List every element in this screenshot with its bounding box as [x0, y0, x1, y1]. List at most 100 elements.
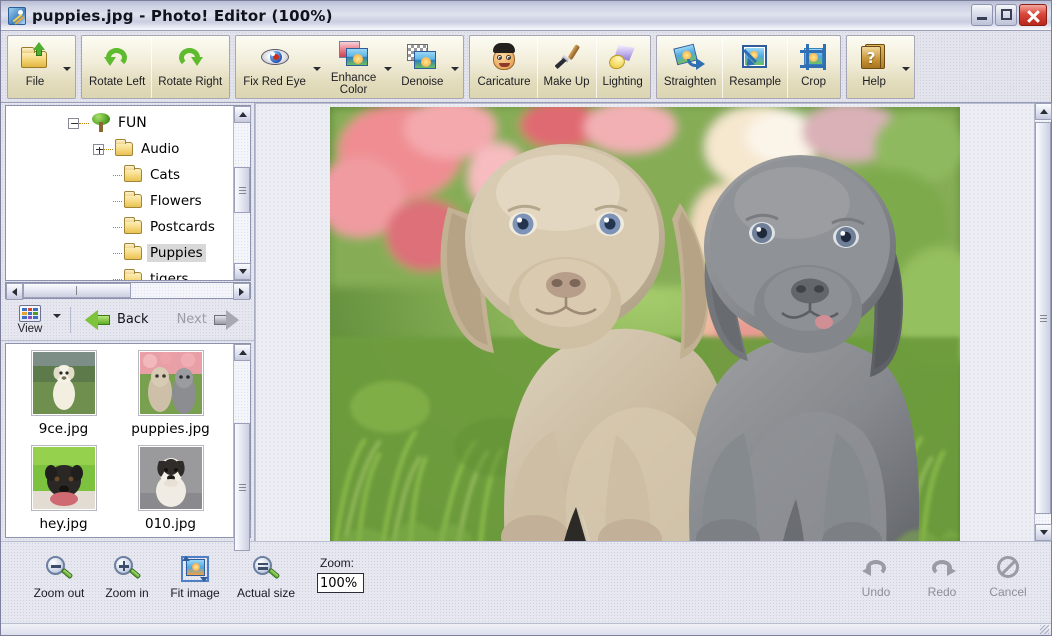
close-button[interactable] [1019, 4, 1047, 26]
tree-toggle-fun[interactable] [68, 117, 79, 129]
tree-node-label: FUN [118, 115, 147, 131]
help-dropdown-arrow[interactable] [901, 67, 910, 71]
tree-node-tigers[interactable]: tigers [6, 266, 233, 280]
fit-image-icon [181, 556, 209, 582]
scroll-thumb-horizontal[interactable] [23, 283, 131, 298]
denoise-dropdown-arrow[interactable] [450, 67, 459, 71]
zoom-out-button[interactable]: Zoom out [25, 556, 93, 600]
scroll-right-button[interactable] [233, 283, 250, 300]
tree-node-cats[interactable]: Cats [6, 162, 233, 188]
enhance-color-button[interactable]: Enhance Color [325, 36, 382, 98]
tree-node-flowers[interactable]: Flowers [6, 188, 233, 214]
scroll-thumb[interactable] [234, 167, 250, 213]
lighting-button[interactable]: Lighting [595, 36, 649, 98]
image-canvas[interactable] [255, 103, 1034, 541]
fit-image-button[interactable]: Fit image [161, 556, 229, 600]
help-button[interactable]: ? Help [848, 36, 900, 98]
folder-tree[interactable]: FUN Audio Cats Flowers Postcards Puppies… [6, 106, 233, 280]
thumbnail-scroll-track[interactable] [234, 361, 250, 551]
application-window: puppies.jpg - Photo! Editor (100%) File … [0, 0, 1052, 636]
toolbar-group-geometry: Straighten Resample Crop [655, 35, 842, 99]
caricature-button[interactable]: Caricature [471, 36, 536, 98]
fix-red-eye-label: Fix Red Eye [243, 76, 306, 88]
undo-button[interactable]: Undo [843, 556, 909, 599]
file-dropdown-arrow[interactable] [62, 67, 71, 71]
lighting-label: Lighting [602, 76, 643, 88]
fix-red-eye-button[interactable]: Fix Red Eye [237, 36, 312, 98]
zoom-out-icon [45, 556, 74, 582]
thumbnail-name: hey.jpg [39, 516, 88, 532]
help-book-icon: ? [861, 44, 887, 70]
canvas-vertical-scrollbar[interactable] [1034, 103, 1052, 541]
folder-icon [124, 191, 142, 208]
folder-tree-horizontal-scrollbar[interactable] [5, 282, 251, 300]
browser-navigation-bar: View Back Next [1, 299, 254, 341]
denoise-button[interactable]: Denoise [395, 36, 449, 98]
canvas-scroll-down-button[interactable] [1035, 524, 1052, 541]
editor-pane [255, 103, 1052, 541]
toolbar-group-help: ? Help [846, 35, 916, 99]
make-up-button[interactable]: Make Up [536, 36, 596, 98]
zoom-input[interactable] [317, 573, 364, 593]
next-button[interactable]: Next [171, 309, 245, 330]
resize-gripper[interactable] [1040, 625, 1049, 634]
lighting-lamp-icon [606, 44, 637, 72]
actual-size-button[interactable]: Actual size [229, 556, 303, 600]
tree-node-label: Flowers [150, 193, 202, 209]
scroll-up-button[interactable] [234, 106, 251, 123]
cancel-button[interactable]: Cancel [975, 556, 1041, 599]
enhance-color-dropdown-arrow[interactable] [383, 67, 392, 71]
file-button-label: File [25, 76, 45, 88]
zoom-in-button[interactable]: Zoom in [93, 556, 161, 600]
scroll-down-button[interactable] [234, 263, 251, 280]
straighten-label: Straighten [663, 76, 717, 88]
fix-red-eye-dropdown-arrow[interactable] [313, 67, 322, 71]
fit-image-label: Fit image [170, 586, 220, 600]
thumbnail-item[interactable]: 9ce.jpg [10, 350, 117, 437]
resample-button[interactable]: Resample [722, 36, 787, 98]
scroll-track-horizontal[interactable] [23, 283, 233, 298]
tree-node-puppies[interactable]: Puppies [6, 240, 233, 266]
back-button[interactable]: Back [79, 309, 155, 330]
straighten-button[interactable]: Straighten [658, 36, 722, 98]
toolbar-group-effects: Caricature Make Up Lighting [469, 35, 651, 99]
photo-image[interactable] [330, 107, 960, 541]
red-eye-icon [260, 47, 289, 67]
canvas-scroll-up-button[interactable] [1035, 103, 1052, 120]
scroll-track[interactable] [234, 123, 250, 263]
rotate-right-button[interactable]: Rotate Right [151, 36, 228, 98]
crop-button[interactable]: Crop [787, 36, 839, 98]
canvas-scroll-thumb[interactable] [1035, 122, 1051, 514]
redo-button[interactable]: Redo [909, 556, 975, 599]
rotate-left-button[interactable]: Rotate Left [83, 36, 151, 98]
view-dropdown-arrow[interactable] [52, 313, 61, 318]
navbar-separator [70, 306, 71, 333]
tree-node-audio[interactable]: Audio [6, 136, 233, 162]
minimize-button[interactable] [971, 4, 993, 26]
file-button[interactable]: File [9, 36, 61, 98]
thumbnail-item[interactable]: puppies.jpg [117, 350, 224, 437]
thumbnail-item[interactable]: 010.jpg [117, 445, 224, 532]
folder-icon [124, 165, 142, 182]
thumbnail-vertical-scrollbar[interactable] [233, 344, 251, 551]
tree-toggle-audio[interactable] [93, 143, 104, 155]
status-bar [1, 623, 1051, 635]
tree-node-label: tigers [150, 271, 189, 280]
tree-node-fun[interactable]: FUN [6, 110, 233, 136]
scroll-left-button[interactable] [6, 283, 23, 300]
view-button-label: View [17, 322, 43, 335]
redo-icon [928, 556, 956, 580]
title-bar: puppies.jpg - Photo! Editor (100%) [1, 1, 1051, 31]
thumbnail-item[interactable]: hey.jpg [10, 445, 117, 532]
maximize-button[interactable] [995, 4, 1017, 26]
thumbnail-name: puppies.jpg [131, 421, 210, 437]
enhance-color-icon [338, 41, 369, 67]
thumbnail-scroll-thumb[interactable] [234, 423, 250, 551]
folder-tree-vertical-scrollbar[interactable] [233, 106, 251, 280]
thumbnail-scroll-up-button[interactable] [234, 344, 251, 361]
folder-icon [124, 269, 142, 280]
tree-node-postcards[interactable]: Postcards [6, 214, 233, 240]
view-button[interactable]: View [9, 304, 51, 335]
thumbnail-list[interactable]: 9ce.jpg puppies.jpg hey.jpg 010.jpg [6, 344, 233, 537]
canvas-scroll-track[interactable] [1035, 120, 1051, 524]
